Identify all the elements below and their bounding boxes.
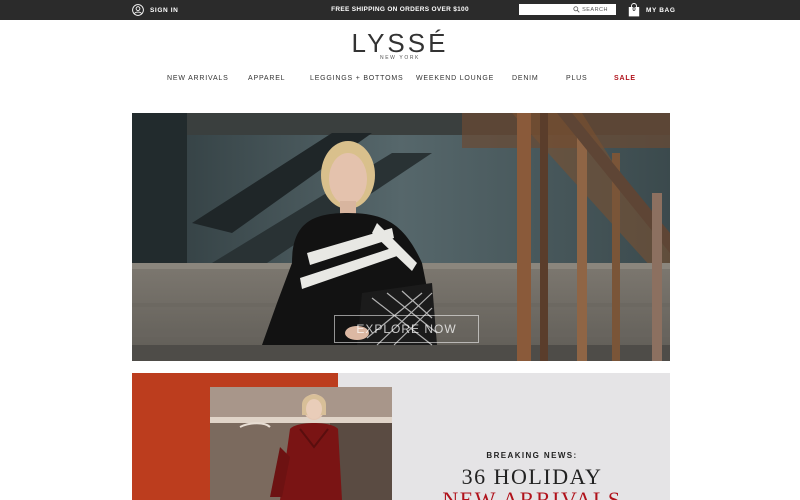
main-navigation: NEW ARRIVALS APPAREL LEGGINGS + BOTTOMS … <box>0 75 800 87</box>
my-bag-link[interactable]: 0 MY BAG <box>628 2 675 18</box>
search-icon <box>573 6 580 13</box>
explore-now-button[interactable]: EXPLORE NOW <box>334 315 479 343</box>
nav-item-weekend-lounge[interactable]: WEEKEND LOUNGE <box>416 75 494 82</box>
bag-count: 0 <box>632 7 636 13</box>
search-button[interactable]: SEARCH <box>573 6 608 13</box>
nav-item-leggings-bottoms[interactable]: LEGGINGS + BOTTOMS <box>310 75 403 82</box>
search-box: SEARCH <box>519 4 616 15</box>
search-input[interactable] <box>521 4 573 15</box>
shopping-bag-icon: 0 <box>628 3 640 17</box>
promo-headline-accent: NEW ARRIVALS <box>442 487 622 500</box>
hero-banner[interactable]: EXPLORE NOW <box>132 113 670 361</box>
nav-item-denim[interactable]: DENIM <box>512 75 539 82</box>
logo-tagline: NEW YORK <box>380 55 420 61</box>
holiday-promo-banner[interactable]: BREAKING NEWS: 36 HOLIDAY NEW ARRIVALS <box>132 373 670 500</box>
nav-item-sale[interactable]: SALE <box>614 75 636 82</box>
promo-image <box>210 387 392 500</box>
top-bar: SIGN IN FREE SHIPPING ON ORDERS OVER $10… <box>0 0 800 20</box>
brand-logo[interactable]: LYSSÉ NEW YORK <box>0 28 800 61</box>
shipping-promo-text: FREE SHIPPING ON ORDERS OVER $100 <box>331 6 469 13</box>
my-bag-label: MY BAG <box>646 6 676 14</box>
promo-headline: 36 HOLIDAY <box>461 464 603 489</box>
nav-item-apparel[interactable]: APPAREL <box>248 75 285 82</box>
search-button-label: SEARCH <box>582 6 608 13</box>
logo-wordmark: LYSSÉ <box>351 28 449 58</box>
nav-item-new-arrivals[interactable]: NEW ARRIVALS <box>167 75 229 82</box>
promo-kicker: BREAKING NEWS: <box>486 451 578 460</box>
nav-item-plus[interactable]: PLUS <box>566 75 588 82</box>
